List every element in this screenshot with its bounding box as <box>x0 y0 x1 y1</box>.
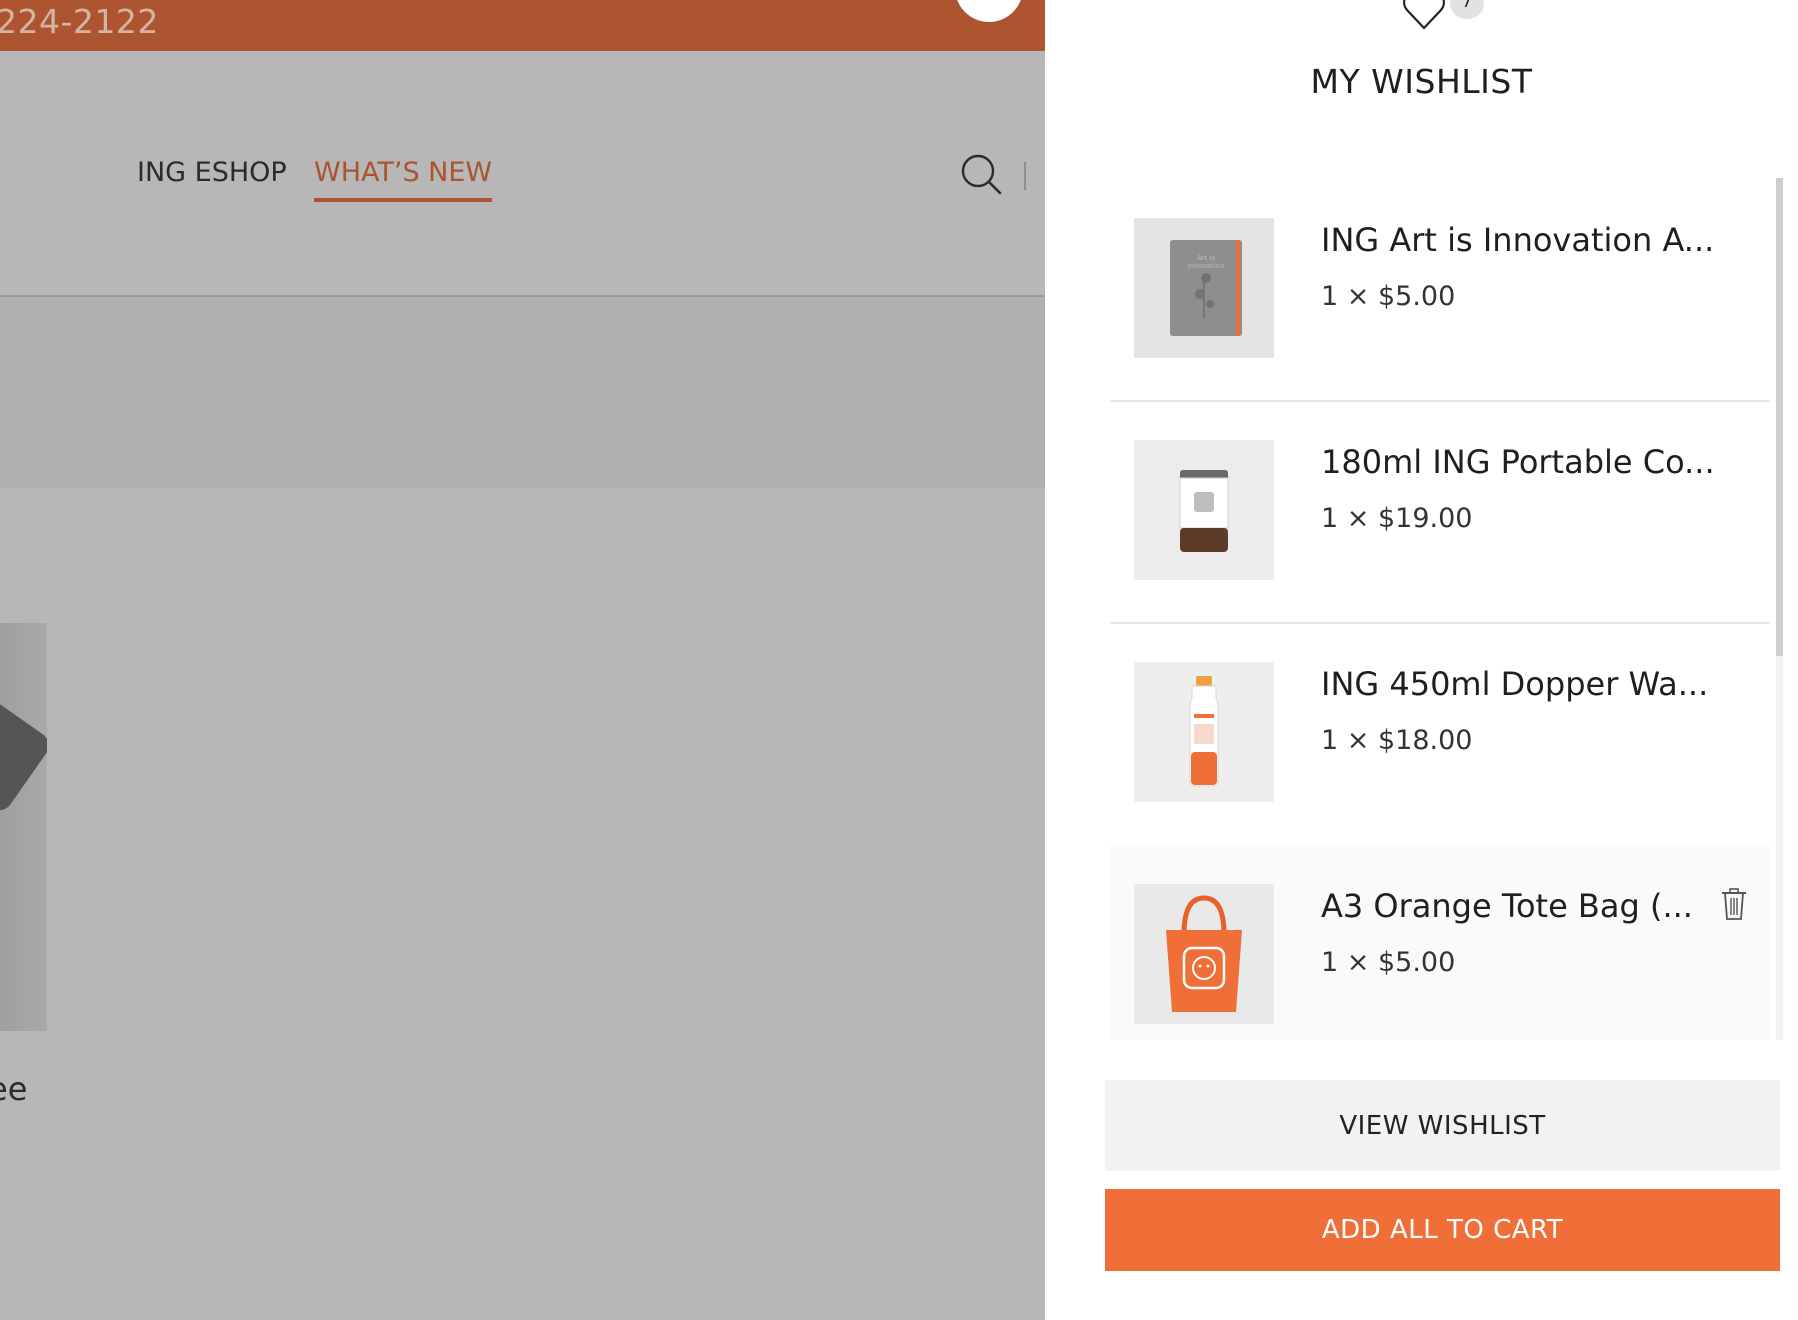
view-wishlist-button[interactable]: VIEW WISHLIST <box>1105 1080 1780 1171</box>
add-all-to-cart-button[interactable]: ADD ALL TO CART <box>1105 1189 1780 1271</box>
wishlist-header-icon: 7 <box>1402 0 1492 38</box>
wishlist-items: Art is Innovation ING Art is Innovation … <box>1110 178 1798 1040</box>
search-icon[interactable] <box>959 152 1003 196</box>
wishlist-count-badge: 7 <box>1450 0 1484 19</box>
item-thumbnail-cup[interactable] <box>1134 440 1274 580</box>
svg-text:Art is: Art is <box>1197 254 1216 262</box>
trash-icon[interactable] <box>1720 887 1748 921</box>
background-page: 224-2122 ING ESHOP WHAT’S NEW ee <box>0 0 1045 1320</box>
main-nav: ING ESHOP WHAT’S NEW <box>0 51 1045 297</box>
item-qty-price: 1 × $18.00 <box>1321 725 1473 756</box>
heart-icon <box>1403 0 1445 30</box>
item-name[interactable]: 180ml ING Portable Co... <box>1321 443 1715 481</box>
wishlist-item[interactable]: Art is Innovation ING Art is Innovation … <box>1110 178 1770 402</box>
top-bar-circle-button[interactable] <box>955 0 1023 22</box>
wishlist-scrollbar[interactable] <box>1776 178 1783 1040</box>
item-qty-price: 1 × $5.00 <box>1321 947 1456 978</box>
item-qty-price: 1 × $5.00 <box>1321 281 1456 312</box>
item-name[interactable]: ING 450ml Dopper Wa... <box>1321 665 1708 703</box>
item-qty-price: 1 × $19.00 <box>1321 503 1473 534</box>
wishlist-item[interactable]: ING 450ml Dopper Wa... 1 × $18.00 <box>1110 622 1770 846</box>
nav-divider <box>1024 162 1026 190</box>
svg-text:Innovation: Innovation <box>1187 262 1224 270</box>
scrollbar-thumb[interactable] <box>1776 178 1783 656</box>
phone-number: 224-2122 <box>0 2 159 41</box>
top-bar: 224-2122 <box>0 0 1045 51</box>
item-thumbnail-notebook[interactable]: Art is Innovation <box>1134 218 1274 358</box>
nav-item-ing-eshop[interactable]: ING ESHOP <box>137 157 287 188</box>
wishlist-title: MY WISHLIST <box>1310 62 1533 101</box>
nav-item-whats-new[interactable]: WHAT’S NEW <box>314 157 493 202</box>
item-name[interactable]: A3 Orange Tote Bag (... <box>1321 887 1693 925</box>
product-name[interactable]: ee <box>0 1070 27 1108</box>
item-thumbnail-bottle[interactable] <box>1134 662 1274 802</box>
wishlist-item[interactable]: A3 Orange Tote Bag (... 1 × $5.00 <box>1110 844 1770 1040</box>
item-name[interactable]: ING Art is Innovation A... <box>1321 221 1714 259</box>
product-image[interactable] <box>0 623 47 1031</box>
item-thumbnail-tote-bag[interactable] <box>1134 884 1274 1024</box>
wishlist-item[interactable]: 180ml ING Portable Co... 1 × $19.00 <box>1110 400 1770 624</box>
wishlist-panel: 7 MY WISHLIST Art is Innovation ING Art … <box>1045 0 1798 1320</box>
banner-band <box>0 297 1045 488</box>
